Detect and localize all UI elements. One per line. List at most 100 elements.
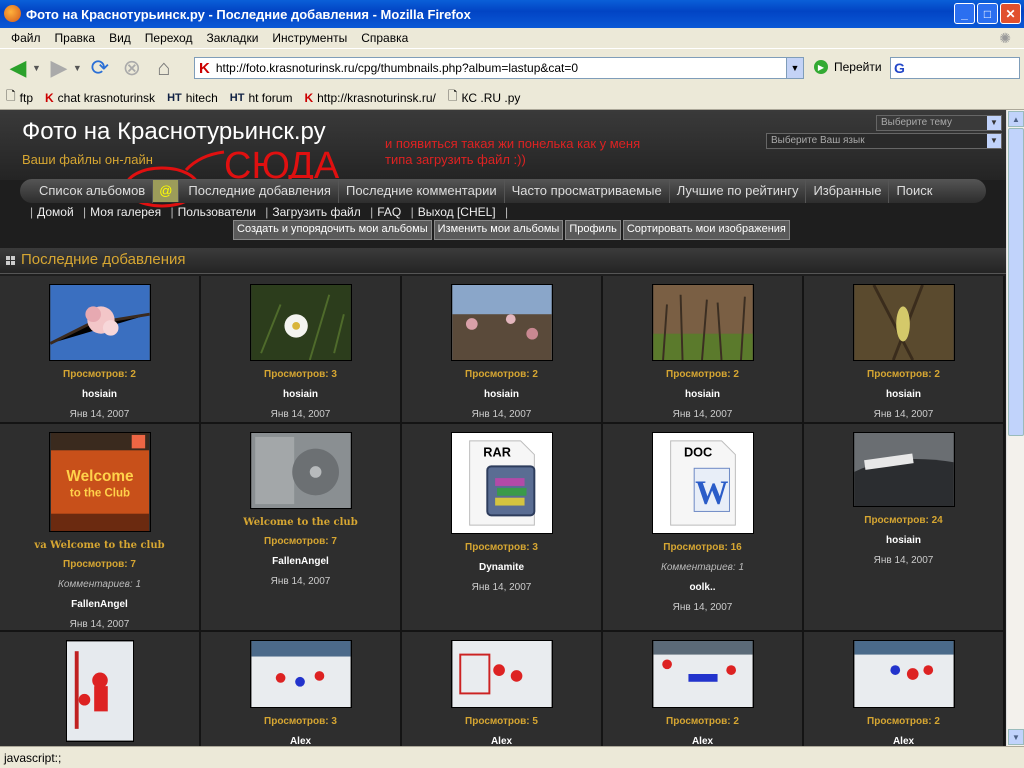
link-logout[interactable]: Выход [CHEL]	[418, 205, 496, 219]
stop-icon[interactable]: ⊗	[118, 54, 146, 82]
grip-icon	[6, 256, 15, 265]
view-count: Просмотров: 2	[63, 369, 136, 380]
upload-date: Янв 14, 2007	[69, 409, 130, 420]
owner-name[interactable]: oolk..	[689, 582, 715, 593]
hockey-thumbnail[interactable]	[249, 640, 352, 708]
doc-file-icon[interactable]: DOC W	[651, 432, 754, 534]
owner-name[interactable]: Alex	[893, 736, 914, 746]
menu-tools[interactable]: Инструменты	[265, 31, 354, 45]
upload-date: Янв 14, 2007	[672, 602, 733, 613]
cd-back-thumbnail[interactable]	[249, 432, 352, 509]
blossom-thumbnail[interactable]	[48, 284, 151, 361]
back-dropdown-icon[interactable]: ▼	[32, 63, 41, 73]
menu-view[interactable]: Вид	[102, 31, 138, 45]
firefox-icon	[4, 5, 21, 22]
thumbnail-cell: Просмотров: 2 Alex	[804, 632, 1005, 746]
menu-file[interactable]: Файл	[4, 31, 48, 45]
sort-images-button[interactable]: Сортировать мои изображения	[622, 220, 790, 240]
bookmark-krasnoturinsk[interactable]: Khttp://krasnoturinsk.ru/	[304, 91, 435, 105]
owner-name[interactable]: Alex	[692, 736, 713, 746]
owner-name[interactable]: Alex	[290, 736, 311, 746]
owner-name[interactable]: FallenAngel	[71, 599, 128, 610]
car-thumbnail[interactable]	[852, 432, 955, 507]
owner-name[interactable]: hosiain	[283, 389, 318, 400]
url-dropdown-icon[interactable]: ▼	[786, 58, 803, 78]
maximize-button[interactable]: □	[977, 3, 998, 24]
throbber-icon: ✺	[999, 30, 1011, 46]
create-albums-button[interactable]: Создать и упорядочить мои альбомы	[233, 220, 432, 240]
hockey-thumbnail[interactable]	[651, 640, 754, 708]
tab-search[interactable]: Поиск	[889, 179, 939, 203]
bookmark-ht-forum[interactable]: HT ht forum	[230, 91, 293, 105]
reload-icon[interactable]: ⟳	[86, 54, 114, 82]
owner-name[interactable]: hosiain	[82, 389, 117, 400]
scroll-thumb[interactable]	[1008, 128, 1024, 436]
bookmark-ftp[interactable]: 🗋 ftp	[6, 87, 33, 108]
tab-favorites[interactable]: Избранные	[806, 179, 890, 203]
back-icon[interactable]: ◀	[4, 54, 32, 82]
owner-name[interactable]: hosiain	[886, 535, 921, 546]
file-title: Welcome to the club	[243, 517, 358, 528]
hockey-thumbnail[interactable]	[852, 640, 955, 708]
link-upload[interactable]: Загрузить файл	[272, 205, 360, 219]
ht-icon: HT	[167, 91, 182, 104]
bookmark-label: hitech	[185, 90, 218, 105]
grass-thumbnail[interactable]	[651, 284, 754, 361]
go-button[interactable]: ▶ Перейти	[814, 60, 882, 74]
owner-name[interactable]: FallenAngel	[272, 556, 329, 567]
bookmark-chat[interactable]: Kchat krasnoturinsk	[45, 91, 155, 105]
address-bar[interactable]: K http://foto.krasnoturinsk.ru/cpg/thumb…	[194, 57, 804, 79]
link-my-gallery[interactable]: Моя галерея	[90, 205, 161, 219]
bookmark-kc[interactable]: 🗋 КС .RU .py	[448, 87, 521, 108]
rar-file-icon[interactable]: RAR	[450, 432, 553, 534]
scroll-down-icon[interactable]: ▼	[1008, 729, 1024, 745]
search-box[interactable]: G	[890, 57, 1020, 79]
catkin-thumbnail[interactable]	[852, 284, 955, 361]
menu-go[interactable]: Переход	[138, 31, 200, 45]
menu-help[interactable]: Справка	[354, 31, 415, 45]
minimize-button[interactable]: _	[954, 3, 975, 24]
scroll-up-icon[interactable]: ▲	[1008, 111, 1024, 127]
hockey-thumbnail[interactable]	[450, 640, 553, 708]
cd-cover-thumbnail[interactable]: Welcome to the Club	[48, 432, 151, 532]
edit-albums-button[interactable]: Изменить мои альбомы	[433, 220, 564, 240]
k-icon: K	[45, 90, 54, 105]
menu-edit[interactable]: Правка	[48, 31, 103, 45]
thumbnail-cell: Просмотров: 5 Alex	[402, 632, 603, 746]
go-label: Перейти	[834, 60, 882, 74]
tab-last-comments[interactable]: Последние комментарии	[339, 179, 505, 203]
link-faq[interactable]: FAQ	[377, 205, 401, 219]
profile-button[interactable]: Профиль	[565, 220, 621, 240]
link-home[interactable]: Домой	[37, 205, 74, 219]
owner-name[interactable]: hosiain	[886, 389, 921, 400]
view-count: Просмотров: 2	[867, 369, 940, 380]
menu-bookmarks[interactable]: Закладки	[199, 31, 265, 45]
owner-name[interactable]: hosiain	[484, 389, 519, 400]
annotation-line: и появиться такая жи понелька как у меня	[385, 136, 641, 151]
upload-date: Янв 14, 2007	[270, 576, 331, 587]
bookmark-label: ftp	[19, 90, 33, 105]
hockey-thumbnail[interactable]	[65, 640, 134, 742]
tab-top-rated[interactable]: Лучшие по рейтингу	[670, 179, 807, 203]
daisy-thumbnail[interactable]	[249, 284, 352, 361]
tab-most-viewed[interactable]: Часто просматриваемые	[505, 179, 670, 203]
close-button[interactable]: ✕	[1000, 3, 1021, 24]
bushes-thumbnail[interactable]	[450, 284, 553, 361]
separator: |	[370, 205, 374, 219]
window-titlebar: Фото на Краснотурьинск.ру - Последние до…	[0, 0, 1024, 28]
view-count: Просмотров: 7	[264, 536, 337, 547]
tab-at[interactable]: @	[153, 180, 180, 202]
owner-name[interactable]: hosiain	[685, 389, 720, 400]
forward-icon[interactable]: ▶	[45, 54, 73, 82]
view-count: Просмотров: 7	[63, 559, 136, 570]
thumbnail-cell: Просмотров: 3 hosiain Янв 14, 2007	[201, 276, 402, 424]
vertical-scrollbar[interactable]: ▲ ▼	[1006, 110, 1024, 746]
owner-name[interactable]: Alex	[491, 736, 512, 746]
tab-last-uploads[interactable]: Последние добавления	[181, 179, 339, 203]
tab-albums[interactable]: Список альбомов	[32, 179, 154, 203]
owner-name[interactable]: Dynamite	[479, 562, 524, 573]
forward-dropdown-icon[interactable]: ▼	[73, 63, 82, 73]
home-icon[interactable]: ⌂	[150, 54, 178, 82]
bookmark-hitech[interactable]: HT hitech	[167, 91, 218, 105]
link-users[interactable]: Пользователи	[178, 205, 256, 219]
